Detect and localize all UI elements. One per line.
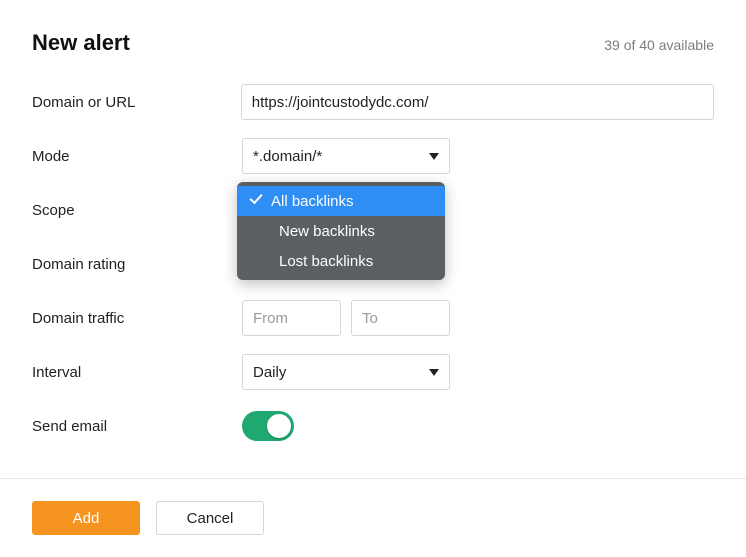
check-icon: [249, 224, 271, 238]
scope-option-lost-backlinks[interactable]: Lost backlinks: [237, 246, 445, 276]
label-domain-traffic: Domain traffic: [32, 310, 242, 327]
dropdown-item-label: All backlinks: [271, 193, 354, 210]
label-domain-rating: Domain rating: [32, 256, 242, 273]
scope-option-new-backlinks[interactable]: New backlinks: [237, 216, 445, 246]
dropdown-item-label: Lost backlinks: [279, 253, 373, 270]
label-interval: Interval: [32, 364, 242, 381]
label-domain-or-url: Domain or URL: [32, 94, 241, 111]
chevron-down-icon: [429, 369, 439, 376]
check-icon: [249, 254, 271, 268]
cancel-button[interactable]: Cancel: [156, 501, 264, 535]
scope-dropdown[interactable]: All backlinks New backlinks Lost backlin…: [237, 182, 445, 280]
add-button[interactable]: Add: [32, 501, 140, 535]
page-title: New alert: [32, 30, 130, 56]
mode-select[interactable]: *.domain/*: [242, 138, 450, 174]
domain-traffic-to-input[interactable]: [351, 300, 450, 336]
label-mode: Mode: [32, 148, 242, 165]
interval-select[interactable]: Daily: [242, 354, 450, 390]
available-count: 39 of 40 available: [604, 37, 714, 53]
toggle-knob: [267, 414, 291, 438]
send-email-toggle[interactable]: [242, 411, 294, 441]
interval-select-value: Daily: [253, 364, 286, 381]
check-icon: [249, 194, 263, 208]
url-input[interactable]: [241, 84, 714, 120]
chevron-down-icon: [429, 153, 439, 160]
mode-select-value: *.domain/*: [253, 148, 322, 165]
label-send-email: Send email: [32, 418, 242, 435]
scope-option-all-backlinks[interactable]: All backlinks: [237, 186, 445, 216]
dropdown-item-label: New backlinks: [279, 223, 375, 240]
label-scope: Scope: [32, 202, 242, 219]
domain-traffic-from-input[interactable]: [242, 300, 341, 336]
